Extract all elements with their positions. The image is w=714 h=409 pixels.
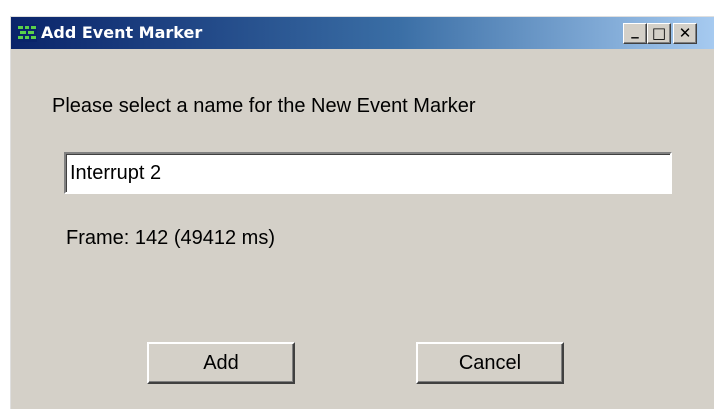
minimize-button[interactable]: _ bbox=[623, 23, 647, 44]
maximize-icon: □ bbox=[651, 24, 667, 42]
frame-info-label: Frame: 142 (49412 ms) bbox=[66, 227, 275, 249]
cancel-button[interactable]: Cancel bbox=[416, 342, 564, 384]
close-icon: ✕ bbox=[678, 24, 692, 42]
event-marker-app-icon bbox=[17, 24, 37, 42]
title-bar[interactable]: Add Event Marker _ □ ✕ bbox=[11, 17, 714, 49]
add-event-marker-dialog: Add Event Marker _ □ ✕ Please select a n… bbox=[10, 16, 714, 409]
prompt-label: Please select a name for the New Event M… bbox=[52, 95, 476, 117]
add-button[interactable]: Add bbox=[147, 342, 295, 384]
minimize-icon: _ bbox=[631, 21, 639, 39]
maximize-button[interactable]: □ bbox=[647, 23, 671, 44]
close-button[interactable]: ✕ bbox=[673, 23, 697, 44]
event-marker-name-input[interactable] bbox=[64, 152, 672, 194]
window-title: Add Event Marker bbox=[41, 23, 203, 42]
